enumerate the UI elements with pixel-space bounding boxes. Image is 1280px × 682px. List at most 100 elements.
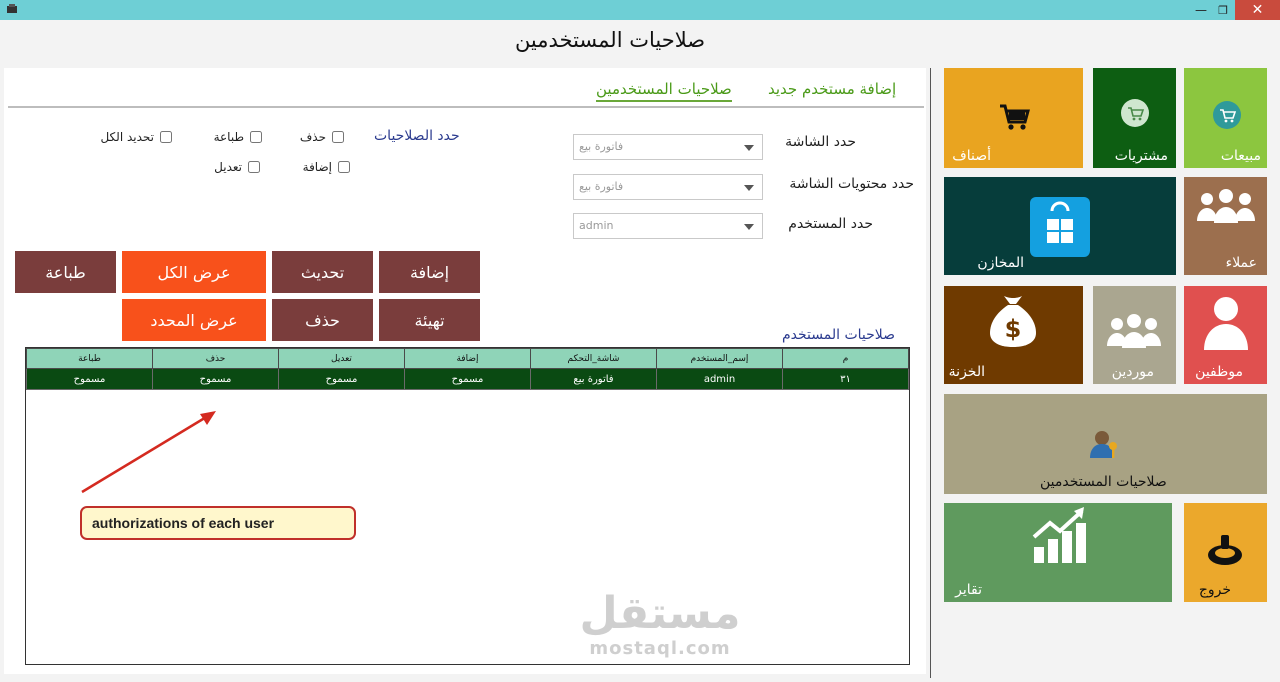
tile-user-permissions-label: صلاحيات المستخدمين [1040,474,1167,490]
col-header[interactable]: طباعة [26,348,153,369]
tile-stores-label: المخازن [977,255,1024,271]
select-all-checkbox[interactable]: تحديد الكل [100,129,172,145]
delete-button[interactable]: حذف [272,299,373,341]
table-cell[interactable]: مسموح [152,368,279,390]
money-bag-icon: $ [990,296,1036,347]
print-checkbox-label: طباعة [213,130,244,144]
table-cell[interactable]: ٣١ [782,368,909,390]
show-selected-button[interactable]: عرض المحدد [122,299,266,341]
col-header[interactable]: حذف [152,348,279,369]
annotation-text: authorizations of each user [92,515,275,531]
user-label: حدد المستخدم [788,216,873,232]
table-cell[interactable]: فاتورة بيع [530,368,657,390]
tile-stores[interactable]: المخازن [944,177,1176,275]
select-all-checkbox-label: تحديد الكل [100,130,154,144]
shopping-cart-icon [1000,104,1030,130]
app-icon [7,4,17,13]
screen-content-select-value: فاتورة بيع [579,180,624,193]
screen-select-value: فاتورة بيع [579,140,624,153]
add-button[interactable]: إضافة [379,251,480,293]
user-select[interactable]: admin [573,213,763,239]
tile-treasury-label: الخزنة [948,364,985,380]
people-icon [1197,189,1255,223]
tile-customers-label: عملاء [1225,255,1257,271]
col-header[interactable]: م [782,348,909,369]
maximize-button[interactable]: ❐ [1212,0,1234,20]
svg-text:$: $ [1005,315,1022,343]
grid-section-label: صلاحيات المستخدم [782,327,896,343]
screen-select[interactable]: فاتورة بيع [573,134,763,160]
tile-suppliers-label: موردين [1111,364,1154,380]
refresh-button[interactable]: تحديث [272,251,373,293]
col-header[interactable]: شاشة_التحكم [530,348,657,369]
add-checkbox[interactable]: إضافة [303,159,350,175]
tab-add-user[interactable]: إضافة مستخدم جديد [768,80,896,98]
watermark-arabic: مستقل [579,588,741,639]
user-key-icon [1090,431,1117,458]
annotation-callout: authorizations of each user [80,506,356,540]
table-cell[interactable]: مسموح [26,368,153,390]
add-checkbox-input[interactable] [338,161,350,173]
bar-chart-icon [1032,507,1086,563]
tile-categories[interactable]: أصناف [944,68,1083,168]
cart-icon [1213,101,1241,129]
close-button[interactable]: ✕ [1235,0,1280,20]
tile-purchases[interactable]: مشتريات [1093,68,1176,168]
user-icon [1204,297,1248,350]
tile-employees-label: موظفين [1195,364,1243,380]
tile-user-permissions[interactable]: صلاحيات المستخدمين [944,394,1267,494]
screen-content-select[interactable]: فاتورة بيع [573,174,763,200]
annotation-arrow [81,411,216,494]
col-header[interactable]: تعديل [278,348,405,369]
print-button[interactable]: طباعة [15,251,116,293]
select-all-checkbox-input[interactable] [160,131,172,143]
print-checkbox-input[interactable] [250,131,262,143]
delete-checkbox-label: حذف [299,130,326,144]
tile-categories-label: أصناف [952,148,991,164]
edit-checkbox-label: تعديل [214,160,242,174]
table-cell[interactable]: admin [656,368,783,390]
tile-exit[interactable]: خروج [1184,503,1267,602]
edit-checkbox-input[interactable] [248,161,260,173]
store-bag-icon [1030,197,1090,257]
tile-suppliers[interactable]: موردين [1093,286,1176,384]
watermark: مستقل mostaql.com [560,588,760,660]
col-header[interactable]: إسم_المستخدم [656,348,783,369]
reset-button[interactable]: تهيئة [379,299,480,341]
chevron-down-icon[interactable] [744,185,754,191]
tile-reports[interactable]: تقاير [944,503,1172,602]
edit-checkbox[interactable]: تعديل [214,159,260,175]
tile-purchases-label: مشتريات [1114,148,1168,164]
table-cell[interactable]: مسموح [404,368,531,390]
tile-customers[interactable]: عملاء [1184,177,1267,275]
tile-sales-label: مبيعات [1220,148,1261,164]
table-cell[interactable]: مسموح [278,368,405,390]
tile-employees[interactable]: موظفين [1184,286,1267,384]
delete-checkbox-input[interactable] [332,131,344,143]
cart-icon [1121,99,1149,127]
people-icon [1107,314,1161,348]
delete-checkbox[interactable]: حذف [300,129,344,145]
user-select-value: admin [579,219,614,232]
tab-underline [8,106,924,108]
show-all-button[interactable]: عرض الكل [122,251,266,293]
minimize-button[interactable]: — [1190,0,1212,20]
grid-header-row: م إسم_المستخدم شاشة_التحكم إضافة تعديل ح… [26,348,909,369]
page-title: صلاحيات المستخدمين [514,28,706,52]
permissions-title: حدد الصلاحيات [374,128,460,144]
tab-user-permissions[interactable]: صلاحيات المستخدمين [596,80,732,102]
watermark-latin: mostaql.com [589,638,731,659]
tile-treasury[interactable]: $ الخزنة [944,286,1083,384]
panel-divider [930,68,931,678]
power-icon [1208,535,1242,565]
add-checkbox-label: إضافة [302,160,332,174]
tile-reports-label: تقاير [955,582,982,598]
print-checkbox[interactable]: طباعة [214,129,262,145]
screen-content-label: حدد محتويات الشاشة [789,176,914,192]
chevron-down-icon[interactable] [744,145,754,151]
table-row[interactable]: ٣١ admin فاتورة بيع مسموح مسموح مسموح مس… [26,368,909,390]
chevron-down-icon[interactable] [744,224,754,230]
tile-sales[interactable]: مبيعات [1184,68,1267,168]
title-bar: — ❐ ✕ [0,0,1280,20]
col-header[interactable]: إضافة [404,348,531,369]
